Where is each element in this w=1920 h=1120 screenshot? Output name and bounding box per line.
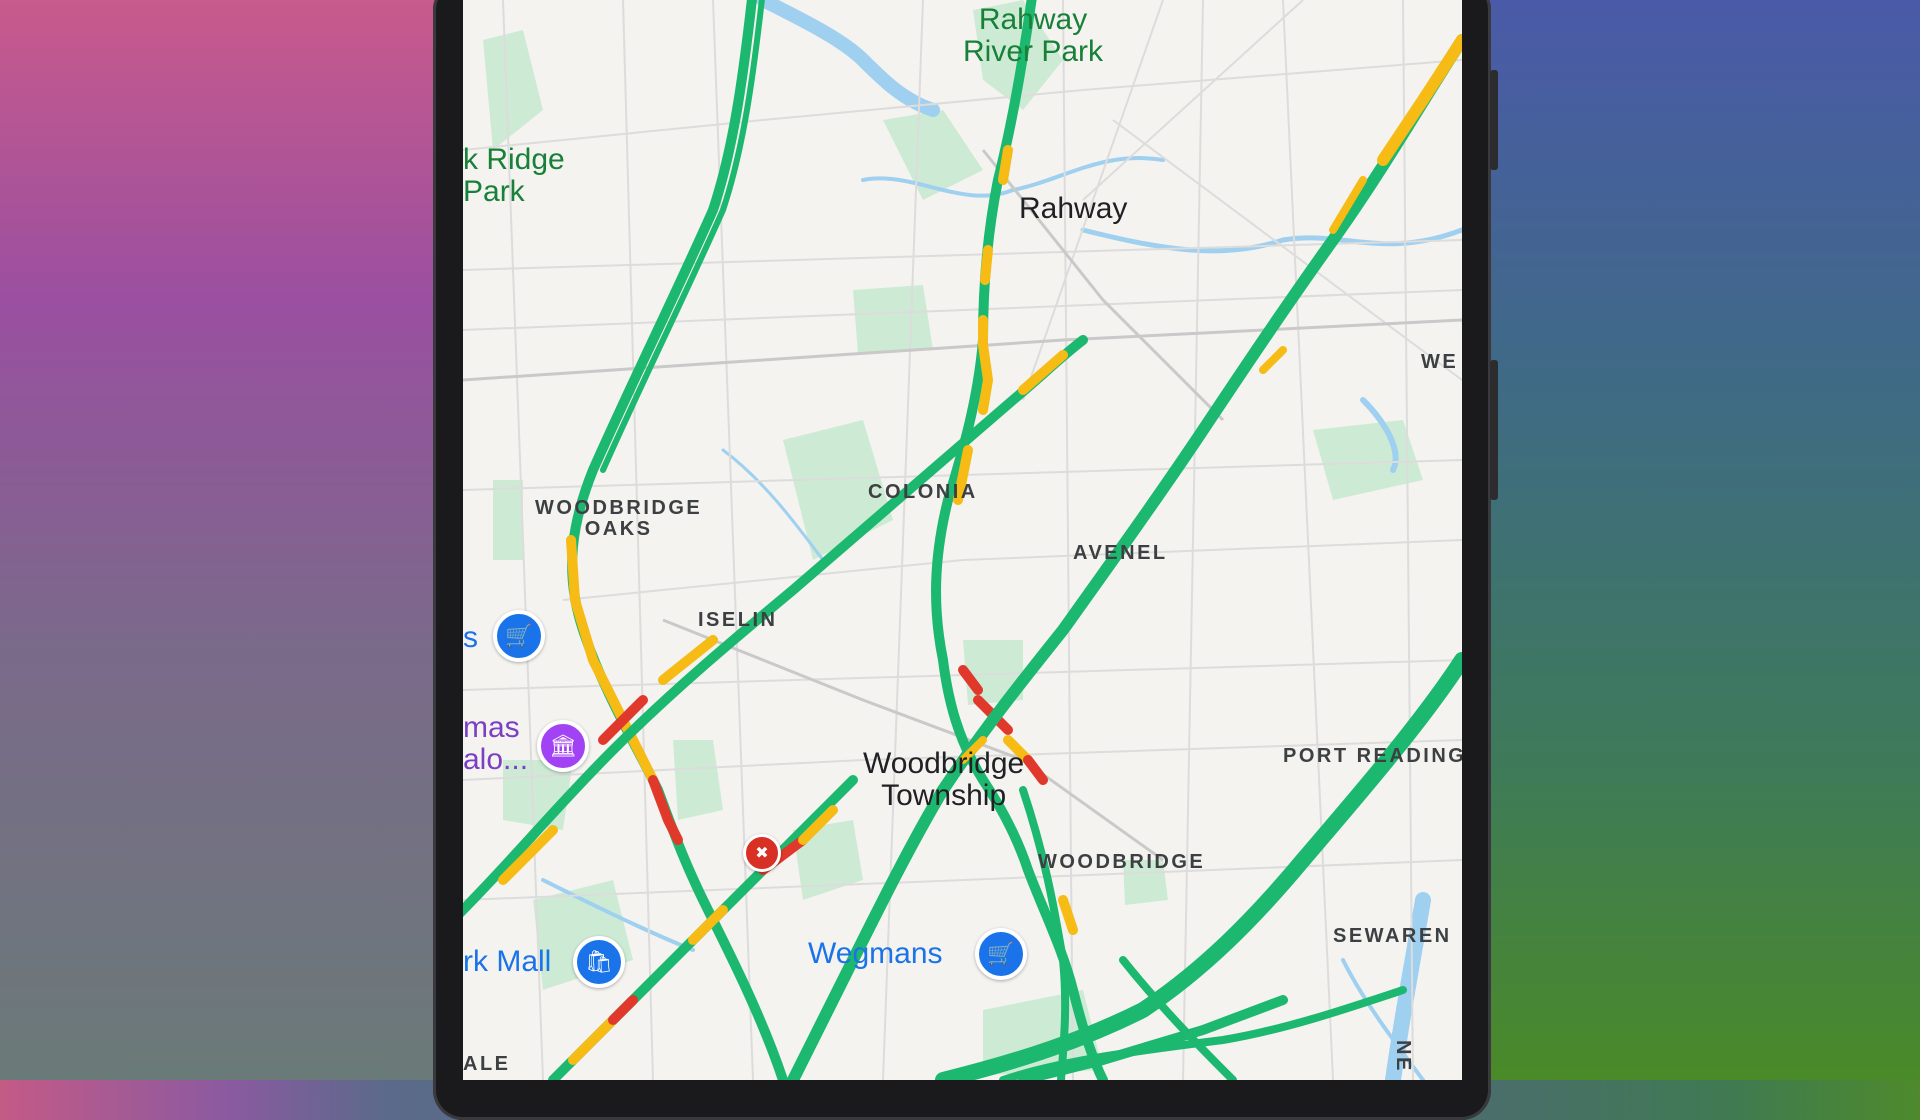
poi-label-park-mall[interactable]: rk Mall — [463, 946, 551, 978]
neighborhood-label-port-reading[interactable]: PORT READING — [1283, 746, 1462, 767]
museum-icon[interactable]: 🏛 — [537, 720, 589, 772]
shopping-cart-icon[interactable]: 🛒 — [975, 928, 1027, 980]
poi-label-wegmans[interactable]: Wegmans — [808, 938, 943, 970]
phone-power-button — [1490, 70, 1498, 170]
city-label-woodbridge-township[interactable]: Woodbridge Township — [863, 748, 1024, 811]
park-label-rahway-river[interactable]: Rahway River Park — [963, 4, 1103, 67]
shopping-bag-icon[interactable]: 🛍 — [573, 936, 625, 988]
wallpaper-right — [1480, 0, 1920, 1080]
poi-label-mas-salon[interactable]: mas alo... — [463, 712, 528, 775]
shopping-cart-icon[interactable]: 🛒 — [493, 610, 545, 662]
map-view[interactable]: Rahway River Park k Ridge Park Rahway WE… — [463, 0, 1462, 1080]
neighborhood-label-colonia[interactable]: COLONIA — [868, 482, 978, 503]
park-label-oak-ridge[interactable]: k Ridge Park — [463, 144, 565, 207]
neighborhood-label-woodbridge[interactable]: WOODBRIDGE — [1038, 852, 1205, 873]
neighborhood-label-iselin[interactable]: ISELIN — [698, 610, 777, 631]
neighborhood-label-avenel[interactable]: AVENEL — [1073, 543, 1168, 564]
neighborhood-label-sewaren[interactable]: SEWAREN — [1333, 926, 1452, 947]
neighborhood-label-woodbridge-oaks[interactable]: WOODBRIDGE OAKS — [535, 498, 702, 540]
wallpaper-left — [0, 0, 460, 1080]
city-label-rahway[interactable]: Rahway — [1019, 193, 1127, 225]
crash-icon[interactable]: ✖ — [743, 834, 781, 872]
neighborhood-label-we: WE — [1421, 351, 1459, 373]
poi-label-s-store[interactable]: s — [463, 622, 478, 654]
neighborhood-label-ne: NE — [1392, 1040, 1414, 1073]
neighborhood-label-ale: ALE — [463, 1053, 511, 1075]
phone-volume-button — [1490, 360, 1498, 500]
map-canvas[interactable] — [463, 0, 1462, 1080]
